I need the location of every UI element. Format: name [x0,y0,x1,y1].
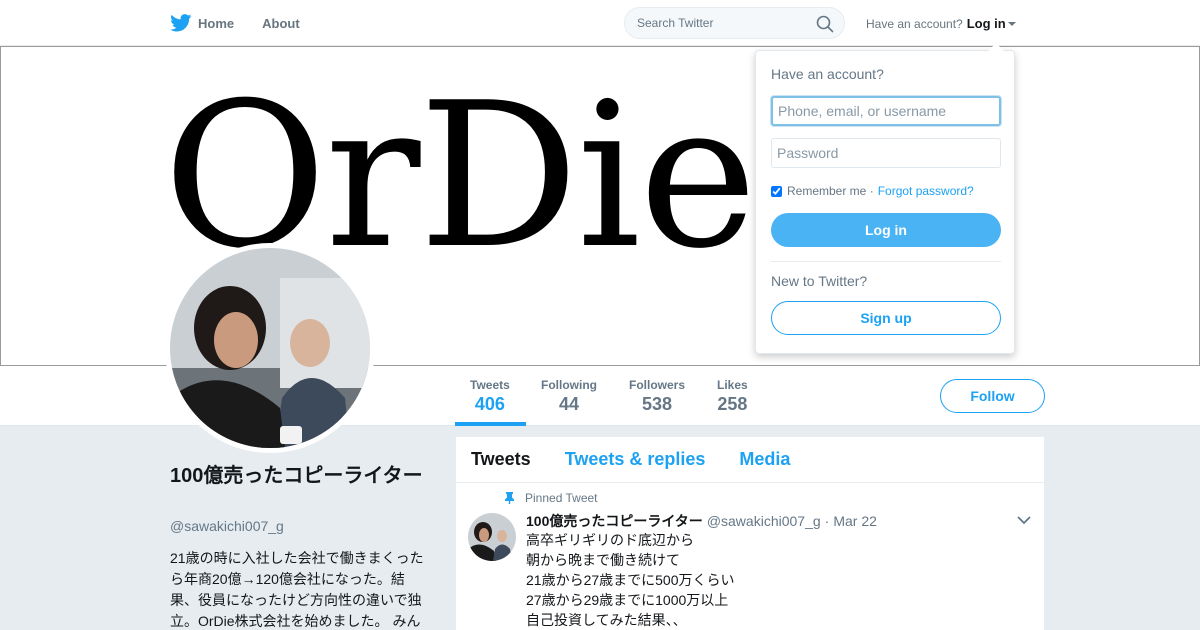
avatar-photo-image [170,248,370,448]
profile-bio: 21歳の時に入社した会社で働きまくったら年商20億→120億会社になった。結果、… [170,550,424,629]
nav-about[interactable]: About [262,16,300,31]
pin-icon [505,492,514,504]
search-box[interactable] [624,7,845,39]
profile-avatar[interactable] [165,243,375,453]
active-tab-indicator [455,422,526,426]
tab-tweets-replies[interactable]: Tweets & replies [565,449,706,470]
nav-about-label: About [262,15,300,31]
search-input[interactable] [637,16,807,30]
tweet-avatar[interactable] [468,513,516,561]
tweet-line: 高卒ギリギリのド底辺から [526,532,694,548]
login-dropdown: Have an account? Remember me · Forgot pa… [755,43,1015,354]
stat-following[interactable]: Following 44 [541,378,597,415]
dropdown-arrow [988,43,1004,51]
login-button[interactable]: Log in [771,213,1001,247]
password-field[interactable] [771,138,1001,168]
tweet-separator: · [824,513,830,529]
profile-name: 100億売ったコピーライター [170,465,423,487]
profile-handle[interactable]: @sawakichi007_g [170,518,284,534]
tweet-line: 朝から晩まで働き続けて [526,552,680,568]
tweet-line: 27歳から29歳までに1000万以上 [526,592,729,608]
tweet-handle[interactable]: @sawakichi007_g [707,513,821,529]
signup-button[interactable]: Sign up [771,301,1001,335]
pinned-text: Pinned Tweet [525,491,598,505]
stat-value: 406 [474,394,505,414]
forgot-password-link[interactable]: Forgot password? [878,184,974,198]
tab-media[interactable]: Media [739,449,790,470]
nav-links: Home About [170,0,328,46]
timeline: Tweets Tweets & replies Media Pinned Twe… [456,437,1044,630]
divider [771,261,1001,262]
username-field[interactable] [771,96,1001,126]
remember-row: Remember me · Forgot password? [771,184,974,198]
pinned-tweet-label: Pinned Tweet [504,491,598,505]
stat-value: 44 [558,394,580,414]
remember-checkbox[interactable] [771,185,782,197]
login-dropdown-title: Have an account? [771,66,884,82]
tweet-line: 21歳から27歳までに500万くらい [526,572,735,588]
top-nav: Home About Have an account? Log in [0,0,1200,46]
avatar-photo [170,248,370,448]
stat-label: Following [541,378,597,392]
tweet-author[interactable]: 100億売ったコピーライター [526,511,703,531]
nav-home[interactable]: Home [170,14,234,32]
stat-tweets[interactable]: Tweets 406 [470,378,510,415]
stat-likes[interactable]: Likes 258 [717,378,748,415]
follow-button[interactable]: Follow [940,379,1045,413]
stat-label: Tweets [470,378,510,392]
tab-tweets[interactable]: Tweets [471,449,531,470]
nav-home-label: Home [198,15,235,31]
stat-followers[interactable]: Followers 538 [629,378,685,415]
account-menu: Have an account? Log in [866,16,1016,31]
new-to-twitter-text: New to Twitter? [771,273,868,289]
stat-value: 258 [717,394,748,414]
tweet-body: 高卒ギリギリのド底辺から 朝から晩まで働き続けて 21歳から27歳までに500万… [526,530,735,630]
tweet-line: 自己投資してみた結果、、 [526,612,687,628]
timeline-tabs: Tweets Tweets & replies Media [456,437,1044,483]
twitter-bird-icon [170,14,192,32]
stat-label: Likes [717,378,748,392]
remember-label: Remember me · [787,184,874,198]
tweet-time[interactable]: Mar 22 [833,513,877,529]
stat-value: 538 [641,394,673,414]
stat-label: Followers [629,378,686,392]
chevron-down-icon[interactable] [1017,515,1031,525]
search-icon[interactable] [816,15,834,33]
login-link[interactable]: Log in [967,16,1006,31]
caret-down-icon[interactable] [1007,21,1016,26]
have-account-text: Have an account? [866,16,963,31]
tweet-header: 100億売ったコピーライター @sawakichi007_g · Mar 22 [526,511,877,531]
tweet-avatar-image [468,513,516,561]
